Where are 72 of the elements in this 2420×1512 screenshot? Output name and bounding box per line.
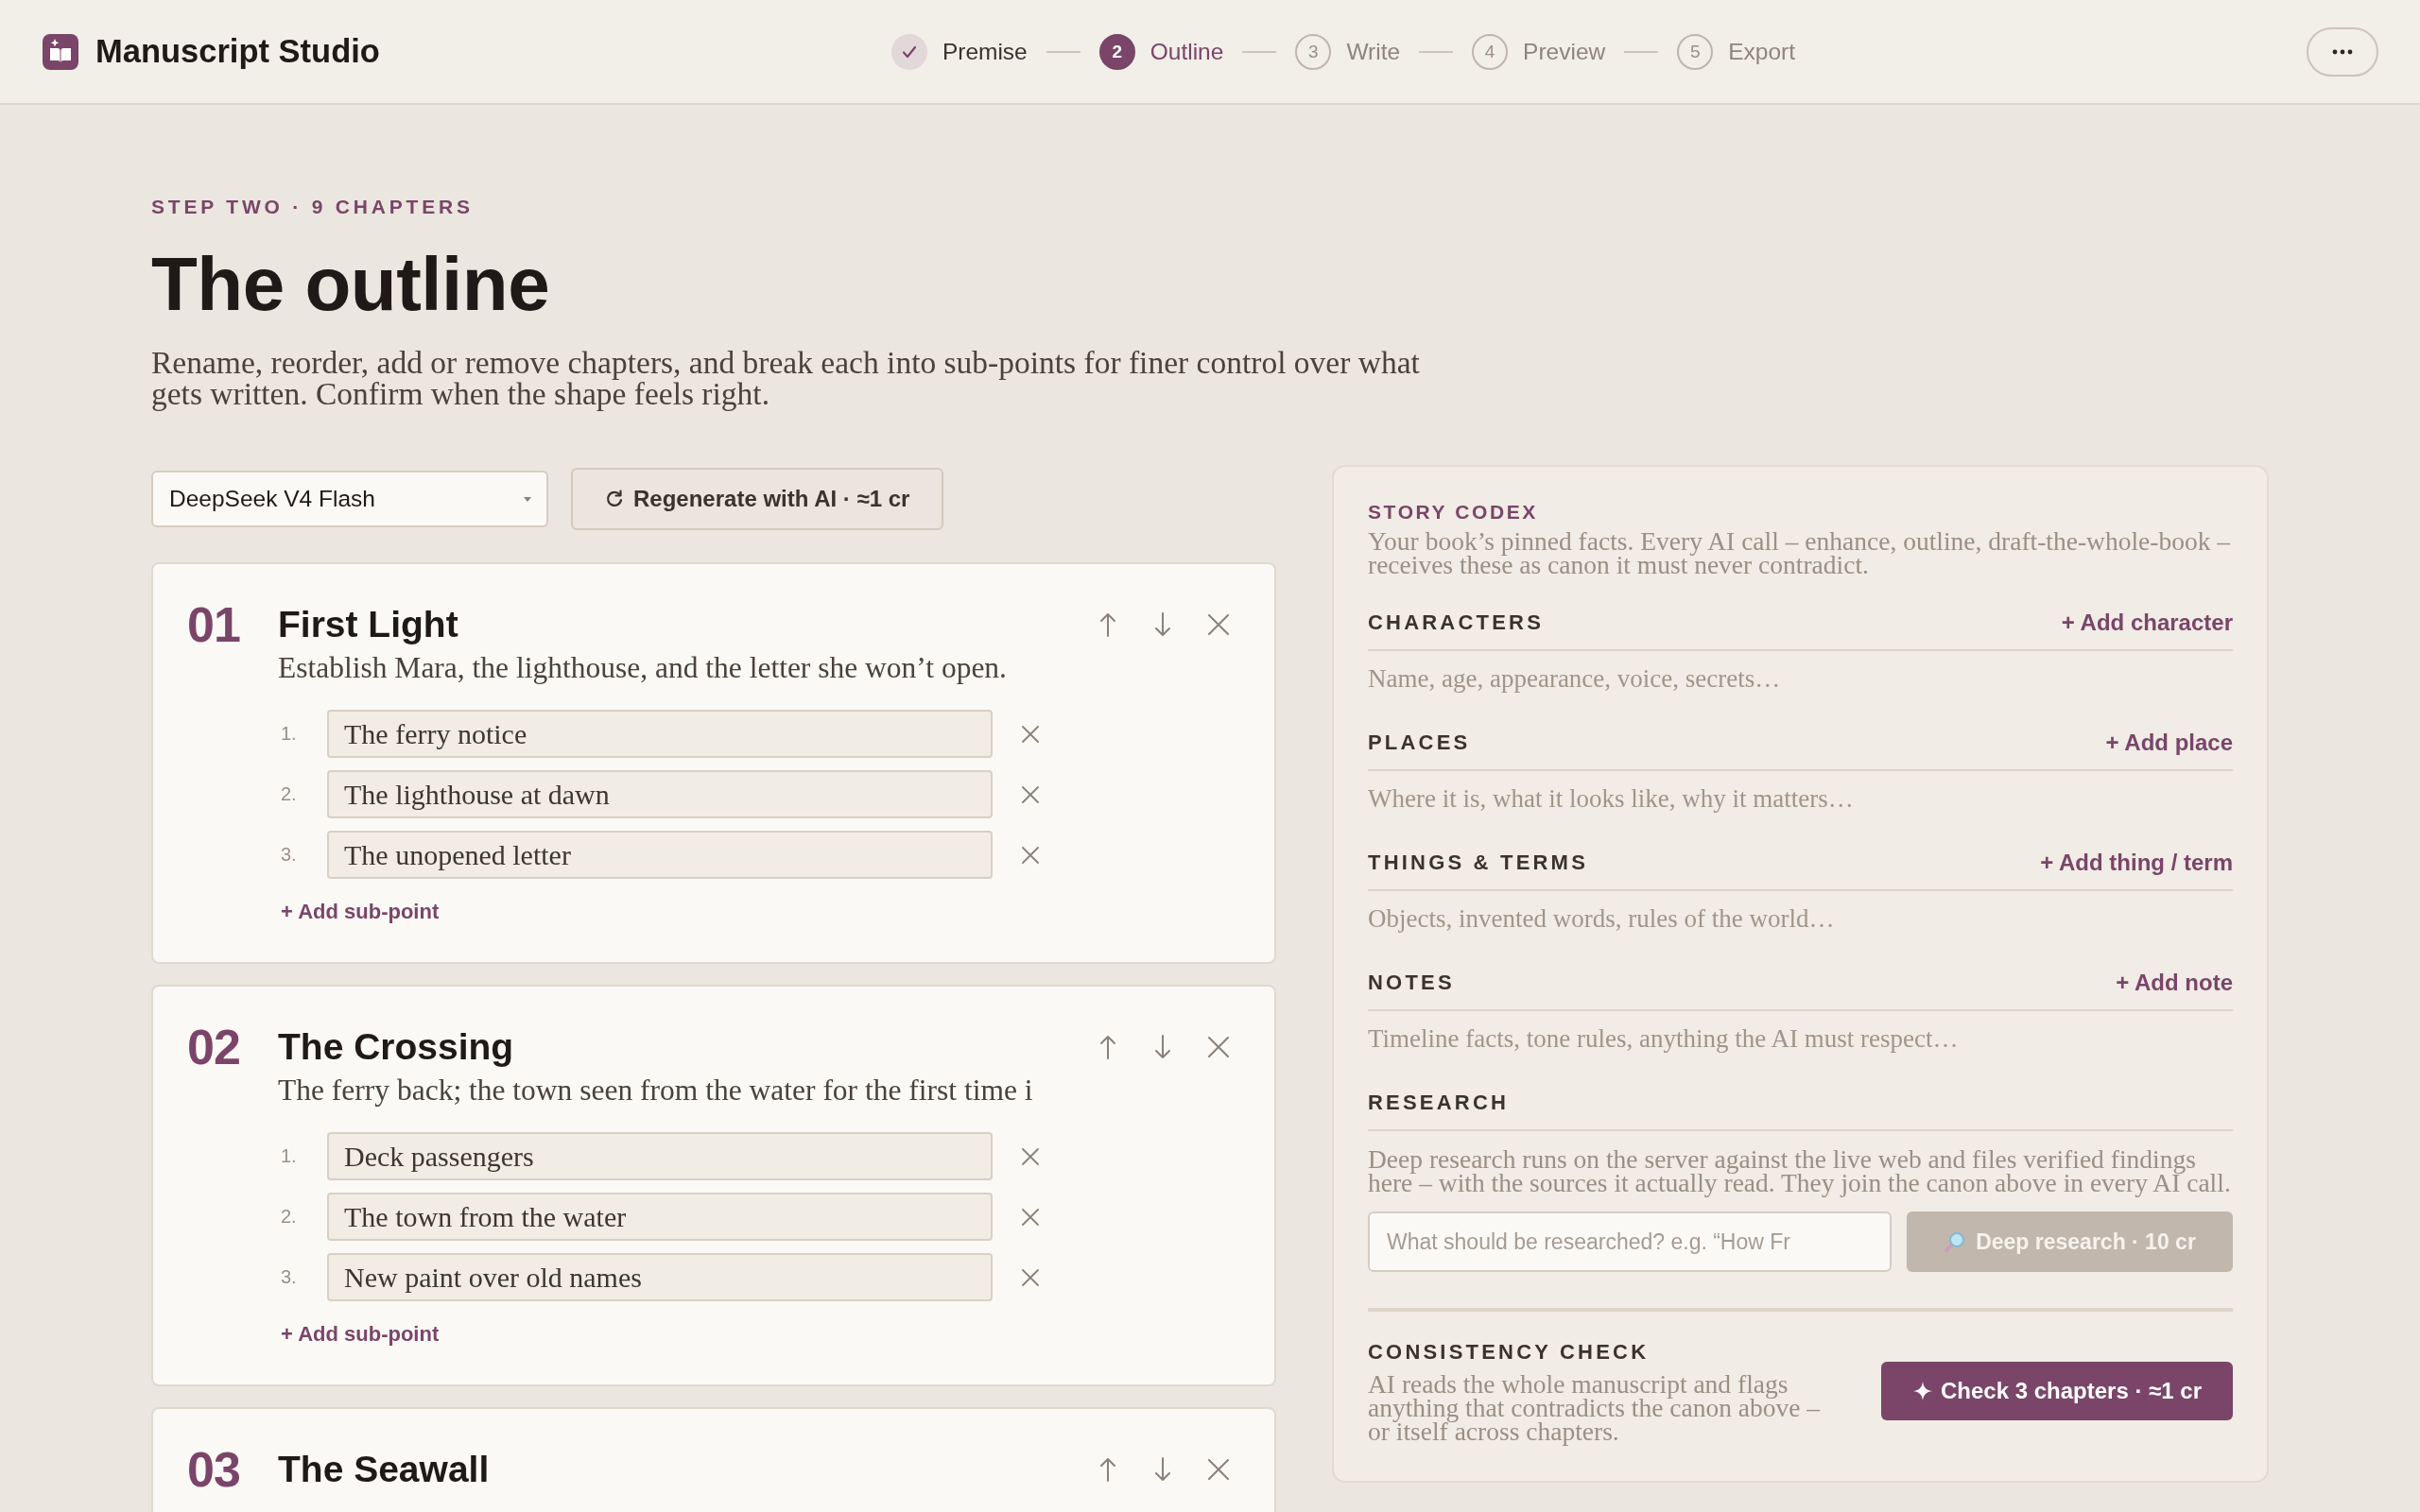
step-tab[interactable]: 2 Outline xyxy=(1098,33,1224,70)
arrow-down-icon[interactable] xyxy=(1153,1457,1172,1482)
close-icon[interactable] xyxy=(1022,846,1039,864)
sub-point-field[interactable]: The unopened letter xyxy=(327,831,993,879)
add-link[interactable]: + Add place xyxy=(2105,730,2233,756)
chapter-title: First Light xyxy=(278,604,458,645)
chapter-number: 02 xyxy=(187,1021,241,1074)
page-title: The outline xyxy=(151,241,551,328)
section-heading: CHARACTERS xyxy=(1368,610,1544,636)
step-tab[interactable]: Premise xyxy=(890,33,1028,70)
panel-title: STORY CODEX xyxy=(1368,501,1539,524)
app-title: Manuscript Studio xyxy=(95,33,380,70)
arrow-up-icon[interactable] xyxy=(1098,612,1117,637)
panel-description: Your book’s pinned facts. Every AI call – enhance, outline, draft-the-whole-book – receives these as canon it must never contradict. xyxy=(1368,529,2232,576)
close-icon[interactable] xyxy=(1022,1208,1039,1226)
section-heading: RESEARCH xyxy=(1368,1090,1510,1116)
add-link[interactable]: + Add character xyxy=(2061,610,2233,636)
add-link[interactable]: + Add note xyxy=(2116,970,2233,996)
model-select[interactable]: DeepSeek V4 Flash xyxy=(151,471,548,527)
empty-hint: Timeline facts, tone rules, anything the AI must respect… xyxy=(1368,1027,1960,1051)
arrow-down-icon[interactable] xyxy=(1153,612,1172,637)
refresh-icon xyxy=(605,490,624,508)
add-sub-point-link[interactable]: + Add sub-point xyxy=(278,1322,440,1347)
step-number: 3 xyxy=(1295,33,1332,70)
chapter-title: The Seawall xyxy=(278,1449,490,1490)
page-description: Rename, reorder, add or remove chapters, and break each into sub-points for finer control over what gets written. Confirm when the shape feels right. xyxy=(151,347,1421,409)
check-chapters-button[interactable]: Check 3 chapters · ≈1 cr xyxy=(1881,1361,2233,1420)
add-link[interactable]: + Add thing / term xyxy=(2040,850,2233,876)
empty-hint: Name, age, appearance, voice, secrets… xyxy=(1368,667,1782,691)
chapter-number: 03 xyxy=(187,1443,241,1496)
arrow-down-icon[interactable] xyxy=(1153,1035,1172,1059)
close-icon[interactable] xyxy=(1022,1147,1039,1165)
step-number: 5 xyxy=(1677,33,1714,70)
section-heading: NOTES xyxy=(1368,970,1455,996)
sub-point-number: 2. xyxy=(280,1206,298,1228)
section-heading: PLACES xyxy=(1368,730,1471,756)
add-sub-point-link[interactable]: + Add sub-point xyxy=(278,900,440,924)
sub-point-number: 3. xyxy=(280,1266,298,1288)
step-number: 2 xyxy=(1098,33,1135,70)
step-number: 4 xyxy=(1472,33,1509,70)
arrow-up-icon[interactable] xyxy=(1098,1035,1117,1059)
caret-icon xyxy=(524,496,531,502)
sub-point-field[interactable]: The ferry notice xyxy=(327,710,993,758)
sub-point-number: 2. xyxy=(280,783,298,805)
chapter-number: 01 xyxy=(187,598,241,651)
more-icon xyxy=(2332,48,2353,55)
close-icon[interactable] xyxy=(1022,1268,1039,1286)
close-icon[interactable] xyxy=(1208,1459,1229,1480)
search-icon xyxy=(1944,1230,1967,1253)
sub-point-field[interactable]: The town from the water xyxy=(327,1193,993,1241)
chapter-summary: Establish Mara, the lighthouse, and the letter she won’t open. xyxy=(278,651,1008,685)
sub-point-number: 1. xyxy=(280,1145,298,1167)
close-icon[interactable] xyxy=(1208,1037,1229,1057)
book-icon xyxy=(43,33,78,70)
empty-hint: Objects, invented words, rules of the world… xyxy=(1368,907,1836,931)
sub-point-number: 1. xyxy=(280,723,298,745)
close-icon[interactable] xyxy=(1022,785,1039,803)
sub-point-number: 3. xyxy=(280,844,298,866)
close-icon[interactable] xyxy=(1208,614,1229,635)
regenerate-button[interactable]: Regenerate with AI · ≈1 cr xyxy=(571,468,944,530)
sub-point-field[interactable]: Deck passengers xyxy=(327,1132,993,1180)
chapter-title: The Crossing xyxy=(278,1026,514,1068)
empty-hint: Where it is, what it looks like, why it matters… xyxy=(1368,787,1855,811)
chapter-summary: The ferry back; the town seen from the water for the first time i xyxy=(278,1074,1034,1108)
step-eyebrow: STEP TWO · 9 CHAPTERS xyxy=(151,196,475,218)
research-query-field[interactable]: What should be researched? e.g. “How Fr xyxy=(1368,1211,1892,1272)
sub-point-field[interactable]: New paint over old names xyxy=(327,1253,993,1301)
close-icon[interactable] xyxy=(1022,725,1039,743)
section-heading: THINGS & TERMS xyxy=(1368,850,1589,876)
arrow-up-icon[interactable] xyxy=(1098,1457,1117,1482)
sub-point-field[interactable]: The lighthouse at dawn xyxy=(327,770,993,818)
section-heading: CONSISTENCY CHECK xyxy=(1368,1339,1651,1366)
